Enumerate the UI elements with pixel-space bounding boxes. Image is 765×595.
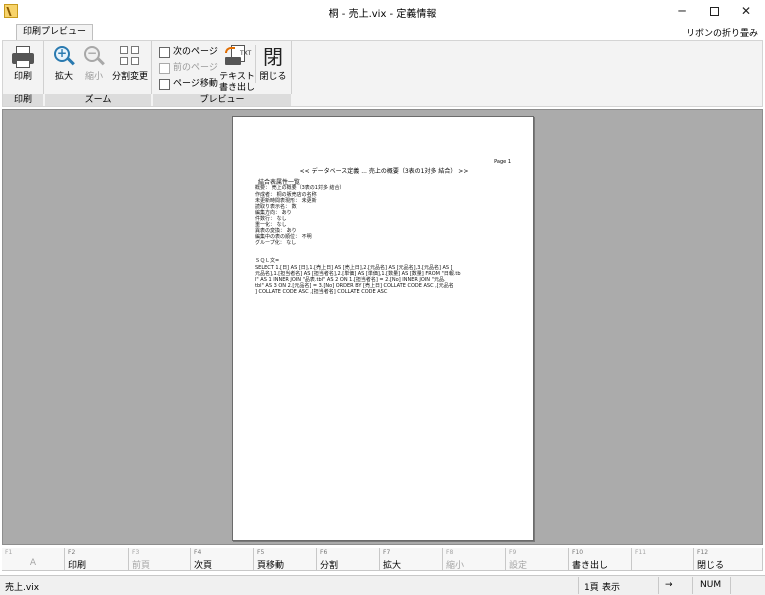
group-preview: 次のページ 前のページ ページ移動 TXT テキスト 書き出し 閉 閉じる プレ…: [153, 41, 291, 106]
ribbon-separator: [255, 45, 256, 83]
fkey-label: 閉じる: [697, 561, 725, 571]
ribbon-tab-row: 印刷プレビュー リボンの折り畳み: [0, 24, 765, 40]
prev-page-label: 前のページ: [173, 63, 218, 73]
group-preview-label: プレビュー: [153, 94, 291, 106]
group-print: 印刷 印刷: [3, 41, 43, 106]
page-number: Page 1: [494, 159, 511, 165]
preview-area[interactable]: Page 1 << データベース定義 ... 売上の概要（3表の1対多 結合） …: [2, 109, 763, 545]
zoom-out-button[interactable]: − 縮小: [81, 43, 107, 83]
group-zoom-label: ズーム: [45, 94, 151, 106]
printer-icon: [11, 45, 35, 69]
close-preview-label: 閉じる: [259, 72, 287, 82]
fkey-f6[interactable]: F6 分割: [317, 548, 380, 571]
next-page-label: 次のページ: [173, 47, 218, 57]
close-kanji-icon: 閉: [263, 45, 283, 69]
fkey-number: F12: [697, 549, 709, 556]
fkey-label: A: [29, 558, 37, 568]
status-bar: 売上.vix 1頁 表示 → NUM: [0, 575, 765, 595]
goto-page-icon: [159, 79, 170, 90]
fkey-label: 前頁: [132, 561, 151, 571]
maximize-button[interactable]: [698, 0, 730, 24]
ribbon-separator: [151, 41, 152, 94]
fkey-label: 頁移動: [257, 561, 285, 571]
window-title: 桐 - 売上.vix - 定義情報: [328, 9, 437, 20]
ribbon-separator: [43, 41, 44, 94]
fkey-f5[interactable]: F5 頁移動: [254, 548, 317, 571]
prev-page-button[interactable]: 前のページ: [157, 60, 218, 76]
preview-page: Page 1 << データベース定義 ... 売上の概要（3表の1対多 結合） …: [232, 116, 534, 541]
goto-page-label: ページ移動: [173, 79, 218, 89]
split-change-button[interactable]: 分割変更: [111, 43, 149, 83]
next-page-button[interactable]: 次のページ: [157, 44, 218, 60]
fkey-number: F4: [194, 549, 202, 556]
fkey-f10[interactable]: F10 書き出し: [569, 548, 632, 571]
fkey-number: F8: [446, 549, 454, 556]
fkey-label: 縮小: [446, 561, 465, 571]
status-arrow: →: [665, 580, 673, 590]
print-button-label: 印刷: [13, 72, 32, 82]
fkey-label: 印刷: [68, 561, 87, 571]
zoom-in-icon: +: [52, 45, 76, 69]
fkey-label: 拡大: [383, 561, 402, 571]
page-text-line: 概要： 売上の概要（3表の1対多 結合）: [255, 185, 345, 191]
fkey-number: F3: [132, 549, 140, 556]
close-window-button[interactable]: ✕: [730, 0, 762, 24]
fkey-number: F5: [257, 549, 265, 556]
fkey-f8[interactable]: F8 縮小: [443, 548, 506, 571]
print-button[interactable]: 印刷: [7, 43, 39, 83]
fkey-number: F9: [509, 549, 517, 556]
page-text-line: ＳＱＬ文=: [255, 258, 280, 264]
text-export-icon: TXT: [225, 45, 251, 69]
page-header: << データベース定義 ... 売上の概要（3表の1対多 結合） >>: [299, 168, 469, 175]
status-mode: 表示: [602, 583, 621, 593]
fkey-number: F2: [68, 549, 76, 556]
function-key-bar: F1 A F2 印刷 F3 前頁 F4 次頁 F5 頁移動 F6 分割 F7 拡大 F8 縮小 F9 設定 F10 書…: [2, 548, 763, 572]
maximize-icon: [709, 7, 719, 16]
text-export-button[interactable]: TXT テキスト 書き出し: [219, 43, 255, 94]
fkey-f7[interactable]: F7 拡大: [380, 548, 443, 571]
text-export-label-1: テキスト: [219, 72, 255, 82]
fkey-number: F10: [572, 549, 584, 556]
fkey-f2[interactable]: F2 印刷: [65, 548, 129, 571]
fkey-label: 次頁: [194, 561, 213, 571]
fkey-f12[interactable]: F12 閉じる: [694, 548, 763, 571]
fkey-f11[interactable]: F11: [632, 548, 694, 571]
title-bar: 桐 - 売上.vix - 定義情報 ─ ✕: [0, 0, 765, 24]
fkey-number: F6: [320, 549, 328, 556]
fkey-f3[interactable]: F3 前頁: [129, 548, 191, 571]
fkey-f9[interactable]: F9 設定: [506, 548, 569, 571]
zoom-in-button[interactable]: + 拡大: [51, 43, 77, 83]
ribbon-separator: [291, 41, 292, 94]
close-preview-button[interactable]: 閉 閉じる: [259, 43, 287, 83]
zoom-in-label: 拡大: [54, 72, 73, 82]
prev-page-icon: [159, 63, 170, 74]
fkey-f4[interactable]: F4 次頁: [191, 548, 254, 571]
fkey-label: 分割: [320, 561, 339, 571]
group-zoom: + 拡大 − 縮小 分割変更 ズーム: [45, 41, 151, 106]
page-text-line: グループ化： なし: [255, 240, 297, 246]
tab-print-preview[interactable]: 印刷プレビュー: [16, 24, 94, 40]
minimize-button[interactable]: ─: [666, 0, 698, 24]
status-page: 1頁: [584, 583, 599, 593]
status-file: 売上.vix: [5, 583, 40, 593]
text-export-label-2: 書き出し: [219, 83, 256, 93]
fkey-number: F7: [383, 549, 391, 556]
next-page-icon: [159, 47, 170, 58]
fkey-f1[interactable]: F1 A: [2, 548, 65, 571]
fkey-number: F1: [5, 549, 13, 556]
ribbon-collapse-link[interactable]: リボンの折り畳み: [686, 26, 758, 39]
page-text-line: ] COLLATE CODE ASC ,[担当者名] COLLATE CODE …: [255, 289, 388, 295]
split-grid-icon: [118, 45, 142, 69]
fkey-label: 書き出し: [572, 561, 609, 571]
fkey-label: 設定: [509, 561, 528, 571]
ribbon: 印刷 印刷 + 拡大 − 縮小 分割変更 ズーム 次のページ 前のページ ページ…: [2, 40, 763, 107]
status-num: NUM: [700, 580, 722, 590]
goto-page-button[interactable]: ページ移動: [157, 76, 218, 92]
split-change-label: 分割変更: [111, 72, 148, 82]
group-print-label: 印刷: [3, 94, 43, 106]
zoom-out-label: 縮小: [84, 72, 103, 82]
zoom-out-icon: −: [82, 45, 106, 69]
fkey-number: F11: [635, 549, 647, 556]
